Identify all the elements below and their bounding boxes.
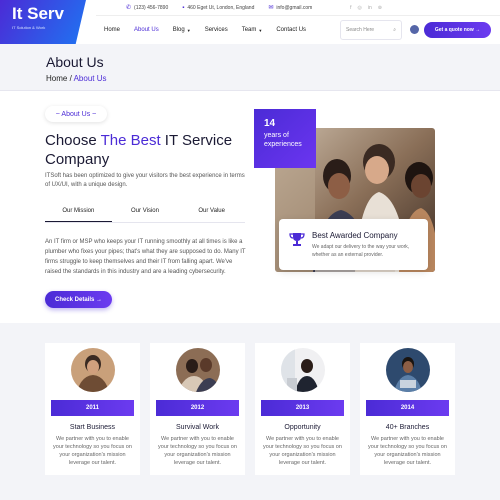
check-details-button[interactable]: Check Details → [45, 291, 112, 308]
breadcrumb: Home / About Us [46, 74, 454, 83]
nav-home[interactable]: Home [104, 27, 120, 33]
card-title: Opportunity [284, 424, 321, 431]
card-year: 2013 [261, 400, 344, 416]
card-photo [71, 348, 115, 392]
nav-services[interactable]: Services [205, 27, 228, 33]
tab-our-vision[interactable]: Our Vision [112, 205, 179, 222]
top-info-bar: ✆ (123) 456-7890 ▪ 460 Eget Ut, London, … [96, 0, 500, 16]
nav-team[interactable]: Team ▼ [242, 27, 263, 33]
email-text: info@gmail.com [276, 4, 313, 11]
phone-info[interactable]: ✆ (123) 456-7890 [126, 4, 169, 12]
linkedin-icon[interactable]: in [368, 5, 372, 11]
tab-our-value[interactable]: Our Value [178, 205, 245, 222]
search-placeholder: Search Here [346, 27, 375, 33]
get-quote-button[interactable]: Get a quote now → [424, 22, 491, 38]
breadcrumb-home[interactable]: Home [46, 74, 67, 83]
facebook-icon[interactable]: f [350, 5, 351, 11]
card-year: 2014 [366, 400, 449, 416]
breadcrumb-current: About Us [73, 74, 107, 83]
award-title: Best Awarded Company [312, 231, 398, 240]
card-title: Start Business [69, 424, 116, 431]
heading-part-1: Choose [45, 132, 101, 149]
instagram-icon[interactable]: ◎ [358, 5, 362, 11]
card-description: We partner with you to enable your techn… [263, 436, 342, 466]
award-card: Best Awarded Company We adapt our delive… [279, 219, 428, 270]
search-input[interactable]: Search Here ⌕ [340, 20, 402, 40]
about-tabs: Our Mission Our Vision Our Value [45, 205, 245, 223]
page-hero: About Us Home / About Us [0, 44, 500, 90]
award-description: We adapt our delivery to the way your wo… [312, 244, 410, 258]
experience-number: 14 [264, 118, 276, 129]
trophy-icon [289, 233, 305, 246]
card-title: Survival Work [175, 424, 220, 431]
card-title: 40+ Branches [385, 424, 430, 431]
tab-content-text: An IT firm or MSP who keeps your IT runn… [45, 239, 246, 275]
card-description: We partner with you to enable your techn… [53, 436, 132, 466]
address-info: ▪ 460 Eget Ut, London, England [182, 5, 254, 11]
about-lead: ITSoft has been optimized to give your v… [45, 173, 245, 188]
social-links: f ◎ in ⊚ [350, 5, 382, 11]
phone-icon: ✆ [126, 5, 132, 11]
main-nav: Home About Us Blog ▼ Services Team ▼ Conta… [96, 16, 500, 44]
timeline-card: 2014 40+ Branches We partner with you to… [360, 343, 455, 475]
card-photo [176, 348, 220, 392]
logo-title: It Serv [12, 4, 64, 23]
nav-blog[interactable]: Blog ▼ [173, 27, 191, 33]
location-icon: ▪ [182, 4, 185, 11]
pinterest-icon[interactable]: ⊚ [378, 5, 382, 11]
card-photo [281, 348, 325, 392]
card-year: 2012 [156, 400, 239, 416]
experience-badge: 14 years of experiences [254, 109, 316, 168]
nav-about-us[interactable]: About Us [134, 27, 159, 33]
chevron-down-icon: ▼ [258, 27, 263, 33]
tab-our-mission[interactable]: Our Mission [45, 205, 112, 222]
site-logo[interactable]: It Serv IT Solution & Work [0, 0, 86, 44]
address-text: 460 Eget Ut, London, England [187, 4, 255, 11]
nav-team-label: Team [241, 27, 257, 33]
timeline-card: 2013 Opportunity We partner with you to … [255, 343, 350, 475]
card-description: We partner with you to enable your techn… [158, 436, 237, 466]
mail-icon: ✉ [268, 5, 274, 11]
timeline-card: 2011 Start Business We partner with you … [45, 343, 140, 475]
heading-accent: The Best [100, 132, 161, 149]
about-heading: Choose The Best IT Service Company [45, 131, 245, 169]
chevron-down-icon: ▼ [186, 27, 191, 33]
section-tag: ~ About Us ~ [45, 106, 107, 122]
timeline-card: 2012 Survival Work We partner with you t… [150, 343, 245, 475]
phone-text: (123) 456-7890 [134, 4, 169, 11]
card-photo [386, 348, 430, 392]
language-globe-icon[interactable] [410, 25, 419, 34]
search-icon[interactable]: ⌕ [393, 27, 396, 33]
card-description: We partner with you to enable your techn… [368, 436, 447, 466]
logo-tagline: IT Solution & Work [12, 25, 46, 30]
page-title: About Us [46, 54, 104, 70]
card-year: 2011 [51, 400, 134, 416]
experience-label: years of experiences [264, 132, 302, 148]
nav-contact-us[interactable]: Contact Us [276, 27, 306, 33]
hero-divider [0, 90, 500, 91]
email-info[interactable]: ✉ info@gmail.com [268, 4, 313, 12]
nav-blog-label: Blog [172, 27, 185, 33]
